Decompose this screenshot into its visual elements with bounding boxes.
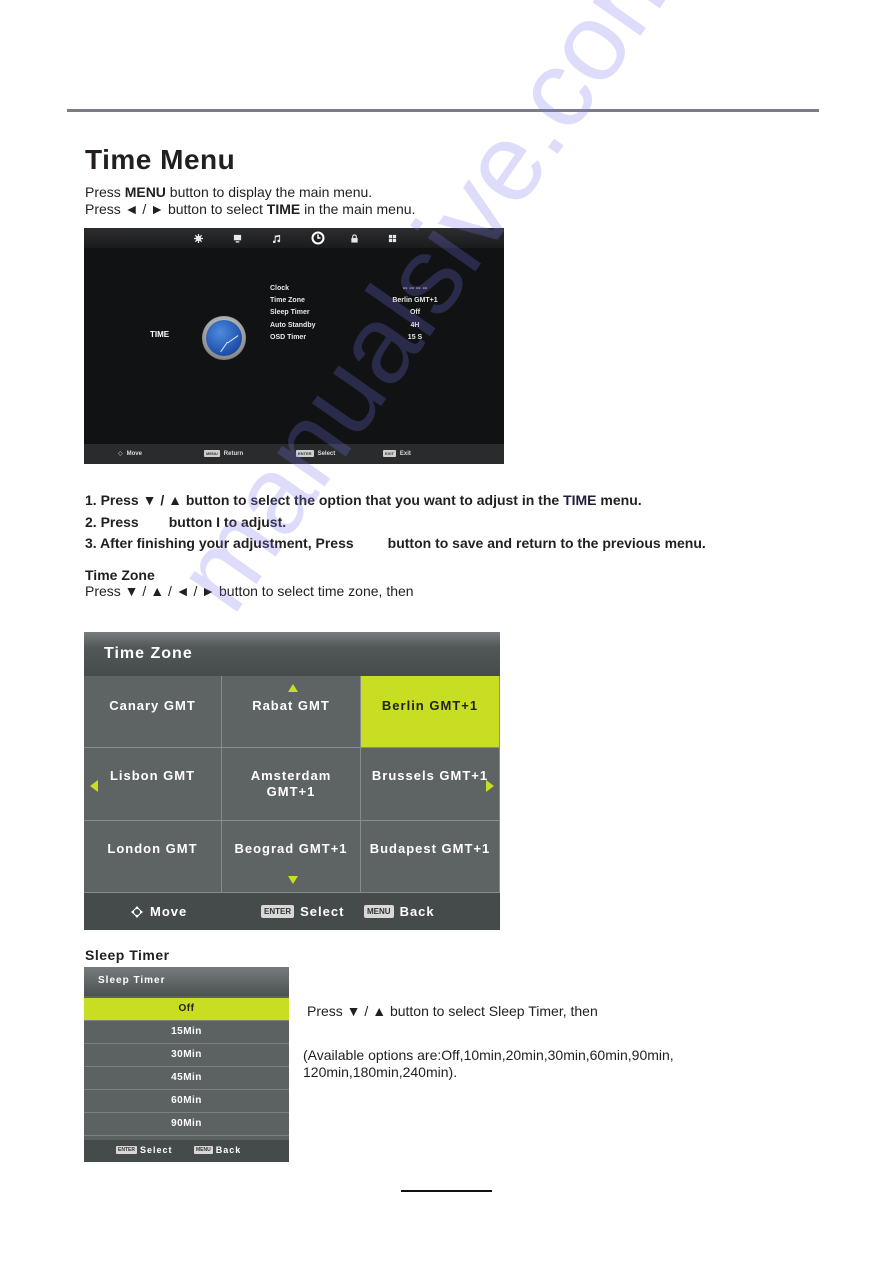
tv-option-time-zone[interactable]: Time Zone Berlin GMT+1 <box>270 294 450 306</box>
exit-key-icon: EXIT <box>383 450 396 457</box>
sleep-timer-panel: Sleep Timer Off 15Min 30Min 45Min 60Min … <box>84 967 289 1162</box>
tv-option-sleep-timer[interactable]: Sleep Timer Off <box>270 307 450 319</box>
time-icon[interactable] <box>309 229 327 247</box>
setup-icon[interactable] <box>385 231 399 245</box>
time-zone-heading: Time Zone <box>85 567 155 583</box>
hint-select: ENTER Select <box>116 1145 173 1155</box>
time-zone-hint-bar: Move ENTER Select MENU Back <box>84 893 500 930</box>
tz-cell-lisbon[interactable]: Lisbon GMT <box>84 748 222 821</box>
page-title: Time Menu <box>85 144 236 175</box>
scroll-right-arrow-icon[interactable] <box>486 780 494 792</box>
enter-key-icon: ENTER <box>296 450 314 457</box>
move-arrows-icon <box>131 905 143 918</box>
tz-cell-brussels[interactable]: Brussels GMT+1 <box>361 748 500 821</box>
hint-return: MENU Return <box>204 450 244 457</box>
hint-select: ENTER Select <box>296 450 336 457</box>
tv-time-options: Clock -- -- -- -- Time Zone Berlin GMT+1 S… <box>270 282 450 343</box>
sleep-timer-description: Press ▼ / ▲ button to select Sleep Timer… <box>307 1003 598 1019</box>
sound-icon[interactable] <box>269 231 283 245</box>
tv-hint-bar: ◇ Move MENU Return ENTER Select EXIT Exi… <box>84 444 504 464</box>
intro-line-1: Press MENU button to display the main me… <box>85 184 373 200</box>
sleep-timer-panel-title: Sleep Timer <box>84 967 289 996</box>
sleep-timer-available-options: (Available options are:Off,10min,20min,3… <box>303 1047 674 1080</box>
tv-option-osd-timer[interactable]: OSD Timer 15 S <box>270 331 450 343</box>
sleep-timer-options: Off 15Min 30Min 45Min 60Min 90Min <box>84 998 289 1136</box>
enter-key-icon: ENTER <box>116 1146 137 1154</box>
hint-select: ENTER Select <box>261 904 344 919</box>
scroll-down-arrow-icon[interactable] <box>288 876 298 884</box>
lock-icon[interactable] <box>347 231 361 245</box>
sleep-option-off[interactable]: Off <box>84 998 289 1021</box>
step-3: 3. After finishing your adjustment, Pres… <box>85 535 706 551</box>
tv-menu-tabs <box>84 228 504 248</box>
tz-cell-canary[interactable]: Canary GMT <box>84 676 222 748</box>
menu-key-icon: MENU <box>194 1146 213 1154</box>
sleep-option-60min[interactable]: 60Min <box>84 1090 289 1113</box>
hint-exit: EXIT Exit <box>383 450 411 457</box>
tv-time-menu-screen: TIME Clock -- -- -- -- Time Zone Berlin GM… <box>84 228 504 464</box>
tv-option-auto-standby[interactable]: Auto Standby 4H <box>270 319 450 331</box>
move-arrows-icon: ◇ <box>118 451 123 457</box>
enter-key-icon: ENTER <box>261 905 295 918</box>
step-1: 1. Press ▼ / ▲ button to select the opti… <box>85 492 642 508</box>
time-zone-panel: Time Zone Canary GMT Rabat GMT Berlin GM… <box>84 632 500 930</box>
tz-cell-budapest[interactable]: Budapest GMT+1 <box>361 821 500 893</box>
sleep-option-90min[interactable]: 90Min <box>84 1113 289 1136</box>
hint-back: MENU Back <box>364 904 435 919</box>
time-zone-description: Press ▼ / ▲ / ◄ / ► button to select tim… <box>85 583 414 599</box>
page-number-line <box>401 1190 492 1192</box>
top-divider <box>67 109 819 112</box>
hint-move: ◇ Move <box>118 450 142 458</box>
intro-line-2: Press ◄ / ► button to select TIME in the… <box>85 201 416 217</box>
screen-icon[interactable] <box>230 231 244 245</box>
menu-key-icon: MENU <box>204 450 220 457</box>
tz-cell-london[interactable]: London GMT <box>84 821 222 893</box>
hint-move: Move <box>130 904 187 919</box>
instruction-steps: 1. Press ▼ / ▲ button to select the opti… <box>85 490 706 555</box>
time-zone-panel-title: Time Zone <box>84 632 500 676</box>
scroll-left-arrow-icon[interactable] <box>90 780 98 792</box>
tv-option-clock[interactable]: Clock -- -- -- -- <box>270 282 450 294</box>
clock-icon <box>202 316 246 360</box>
tz-cell-berlin[interactable]: Berlin GMT+1 <box>361 676 500 748</box>
sleep-option-45min[interactable]: 45Min <box>84 1067 289 1090</box>
sleep-option-15min[interactable]: 15Min <box>84 1021 289 1044</box>
intro-text: Press MENU button to display the main me… <box>85 184 415 218</box>
hint-back: MENU Back <box>194 1145 242 1155</box>
step-2: 2. Press button I to adjust. <box>85 513 287 530</box>
sleep-timer-heading: Sleep Timer <box>85 947 170 963</box>
picture-icon[interactable] <box>191 231 205 245</box>
sleep-timer-hint-bar: ENTER Select MENU Back <box>84 1140 289 1162</box>
time-zone-grid: Canary GMT Rabat GMT Berlin GMT+1 Lisbon… <box>84 676 500 893</box>
tz-cell-amsterdam[interactable]: Amsterdam GMT+1 <box>222 748 361 821</box>
menu-key-icon: MENU <box>364 905 394 918</box>
sleep-option-30min[interactable]: 30Min <box>84 1044 289 1067</box>
scroll-up-arrow-icon[interactable] <box>288 684 298 692</box>
tv-section-label: TIME <box>150 330 170 339</box>
